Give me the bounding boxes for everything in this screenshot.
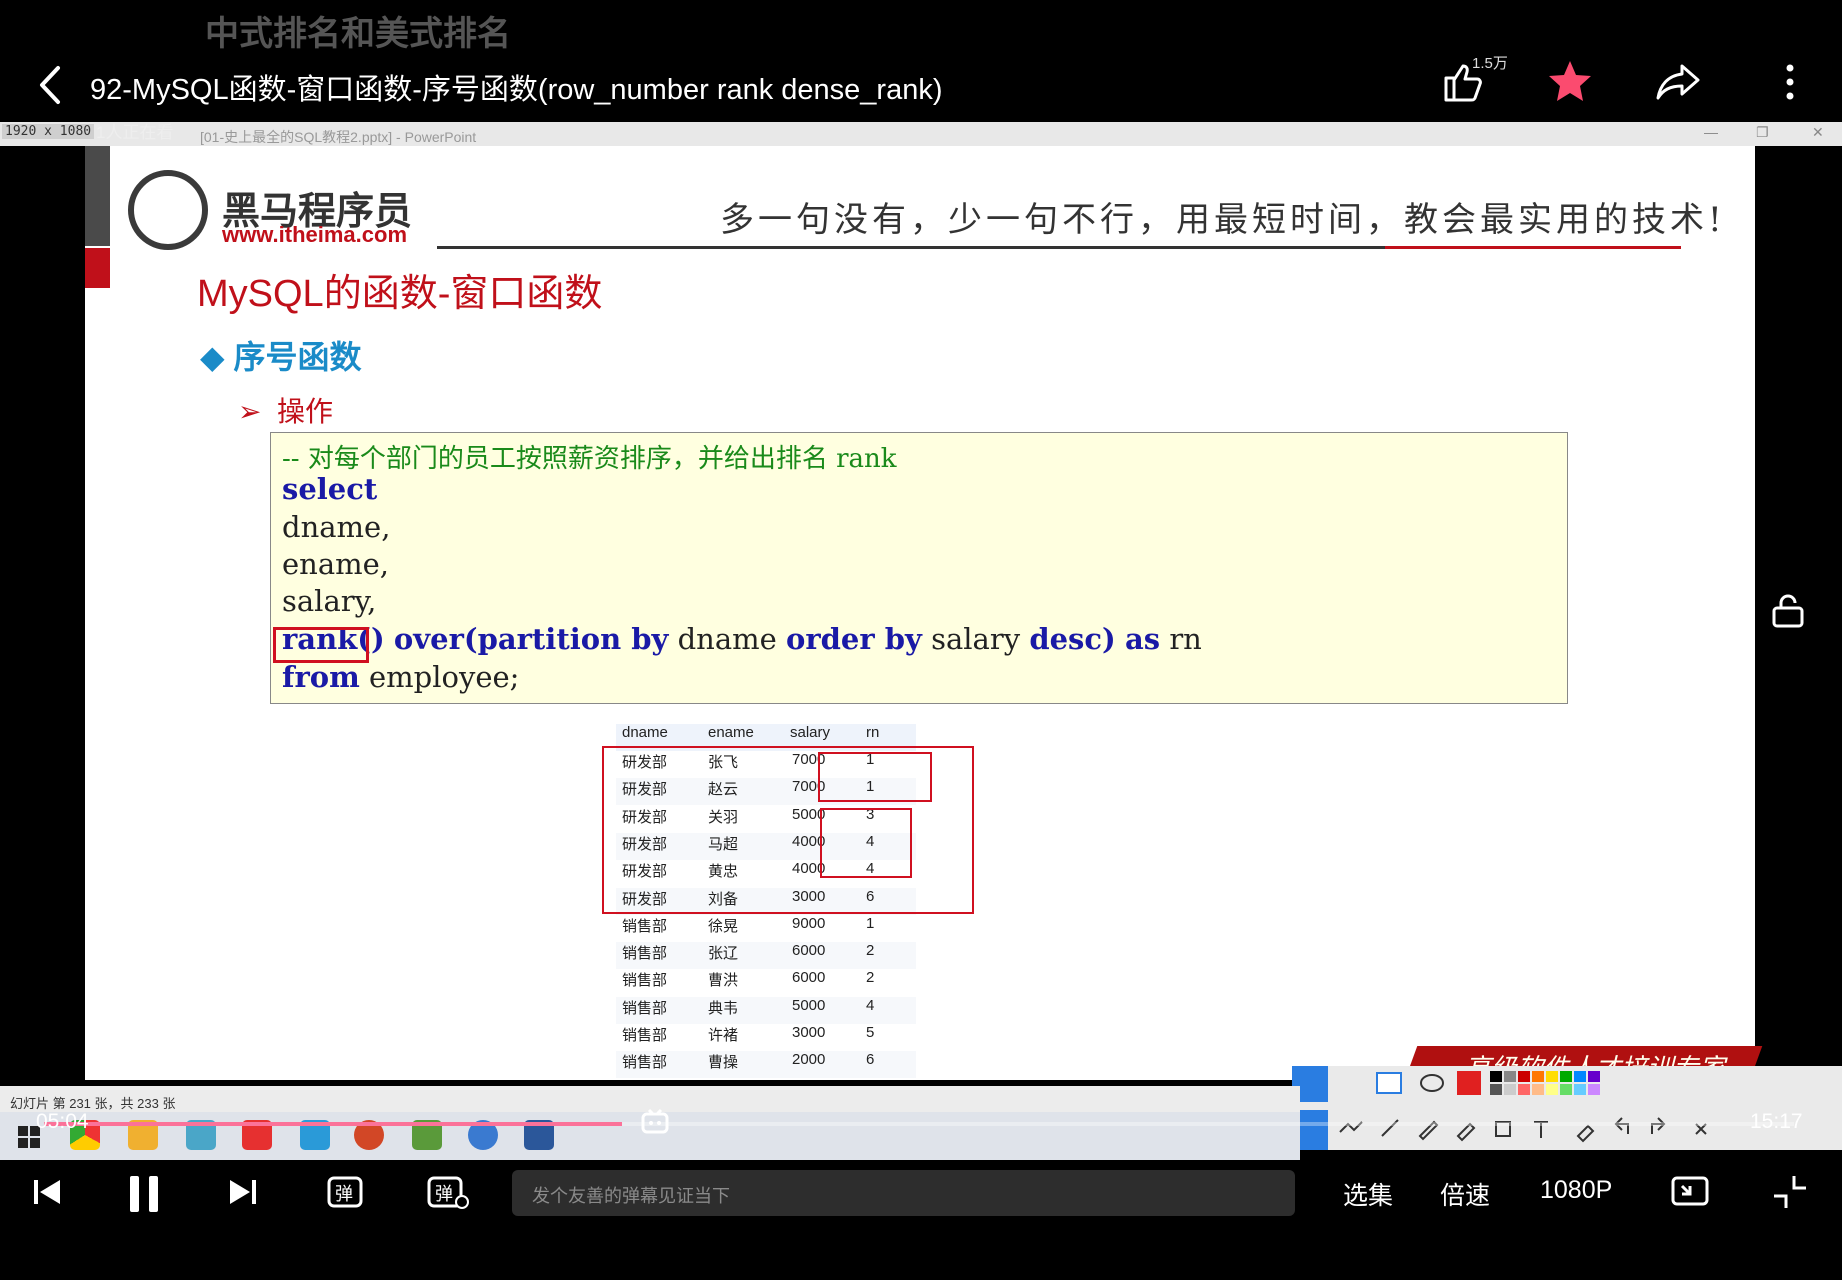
logo-horse-icon	[128, 170, 208, 250]
code-token: employee;	[369, 660, 520, 694]
code-token: desc)	[1029, 622, 1116, 656]
diamond-bullet-icon: ◆	[200, 339, 234, 375]
column-header: dname	[622, 724, 668, 741]
viewer-count: 1人正在看	[96, 123, 174, 142]
table-row: 销售部 徐晃 9000 1	[616, 915, 916, 942]
code-token: rn	[1169, 622, 1202, 656]
table-cell: 张辽	[708, 945, 739, 963]
table-cell: 6	[866, 1051, 875, 1069]
code-line: salary,	[282, 584, 377, 618]
table-cell: 2	[866, 942, 875, 960]
slide-slogan: 多一句没有，少一句不行，用最短时间，教会最实用的技术!	[720, 200, 1726, 240]
slide-heading-text: 序号函数	[233, 339, 362, 375]
table-cell: 许褚	[708, 1027, 739, 1044]
table-cell: 销售部	[622, 972, 668, 990]
video-title: 92-MySQL函数-窗口函数-序号函数(row_number rank den…	[90, 74, 943, 106]
table-row: 销售部 许褚 3000 5	[616, 1024, 916, 1051]
danmaku-toggle-icon[interactable]: 弹	[326, 1172, 366, 1212]
highlight-box	[273, 627, 369, 663]
time-elapsed: 05:04	[36, 1110, 89, 1133]
slide-counter: 幻灯片 第 231 张，共 233 张	[10, 1096, 176, 1111]
column-header: salary	[790, 724, 831, 741]
table-cell: 销售部	[622, 1027, 668, 1044]
table-row: 销售部 典韦 5000 4	[616, 996, 916, 1024]
time-total: 15:17	[1750, 1110, 1803, 1133]
resolution-label: 1920 x 1080	[2, 124, 95, 139]
progress-fill	[44, 1122, 622, 1126]
code-line: ename,	[282, 547, 390, 581]
cast-icon[interactable]	[1670, 1172, 1710, 1212]
slide-subheading: ➢ 操作	[238, 390, 333, 430]
slide-heading: ◆ 序号函数	[200, 332, 362, 378]
divider	[1385, 246, 1681, 249]
danmaku-overlay-text: 中式排名和美式排名	[205, 15, 511, 53]
code-line: from employee;	[282, 660, 519, 694]
code-token: over(partition by	[393, 622, 669, 656]
more-icon[interactable]	[1766, 58, 1814, 106]
previous-icon[interactable]	[30, 1172, 64, 1212]
table-cell: 2	[866, 969, 875, 987]
table-cell: 典韦	[708, 999, 739, 1017]
next-icon[interactable]	[226, 1172, 260, 1212]
episodes-button[interactable]: 选集	[1343, 1176, 1393, 1212]
progress-thumb-icon[interactable]	[640, 1108, 670, 1136]
code-line: select	[282, 472, 378, 506]
table-cell: 销售部	[622, 999, 668, 1017]
code-token: from	[282, 660, 360, 694]
table-cell: 3000	[792, 1024, 826, 1041]
quality-button[interactable]: 1080P	[1540, 1176, 1612, 1205]
table-cell: 1	[866, 914, 875, 932]
back-icon[interactable]	[30, 60, 70, 110]
minimize-icon[interactable]: —	[1704, 124, 1718, 140]
arrow-bullet-icon: ➢	[238, 396, 278, 427]
table-cell: 销售部	[622, 1054, 668, 1072]
table-cell: 2000	[792, 1051, 826, 1069]
svg-text:弹: 弹	[435, 1184, 453, 1205]
code-comment: -- 对每个部门的员工按照薪资排序，并给出排名 rank	[282, 444, 897, 474]
ppt-window-title: [01-史上最全的SQL教程2.pptx] - PowerPoint	[200, 129, 477, 145]
column-header: rn	[866, 724, 880, 741]
share-icon[interactable]	[1654, 58, 1702, 106]
code-line: dname,	[282, 510, 391, 544]
highlight-box	[820, 808, 912, 878]
speed-button[interactable]: 倍速	[1440, 1176, 1490, 1212]
code-token: dname	[677, 622, 777, 656]
slide-title: MySQL的函数-窗口函数	[197, 273, 603, 315]
table-cell: 徐晃	[708, 917, 739, 935]
drawing-toolbar	[1292, 1066, 1842, 1150]
pause-icon[interactable]	[126, 1172, 162, 1216]
table-cell: 销售部	[622, 917, 668, 935]
table-row: 销售部 张辽 6000 2	[616, 942, 916, 970]
danmaku-settings-icon[interactable]: 弹	[426, 1172, 470, 1212]
table-cell: 4	[866, 996, 875, 1014]
star-icon[interactable]	[1546, 58, 1594, 106]
table-cell: 5	[866, 1024, 875, 1041]
table-cell: 销售部	[622, 945, 668, 963]
restore-icon[interactable]: ❐	[1756, 124, 1769, 141]
table-row: 销售部 曹操 2000 6	[616, 1051, 916, 1079]
code-token: salary	[931, 622, 1021, 656]
table-cell: 9000	[792, 914, 826, 932]
table-cell: 6000	[792, 942, 826, 960]
table-cell: 曹洪	[708, 972, 739, 990]
slide-subheading-text: 操作	[277, 396, 334, 427]
table-row: 销售部 曹洪 6000 2	[616, 969, 916, 996]
code-line: rank() over(partition by dname order by …	[282, 622, 1202, 656]
exit-fullscreen-icon[interactable]	[1770, 1172, 1810, 1212]
code-token: order by	[786, 622, 922, 656]
close-icon[interactable]: ✕	[1812, 124, 1824, 141]
logo-url: www.itheima.com	[222, 222, 408, 247]
danmaku-input-placeholder: 发个友善的弹幕见证当下	[532, 1186, 730, 1206]
highlight-box	[818, 752, 932, 802]
code-token: as	[1124, 622, 1161, 656]
svg-text:弹: 弹	[335, 1184, 353, 1205]
table-cell: 6000	[792, 969, 826, 987]
slide-decoration	[85, 248, 110, 288]
table-cell: 5000	[792, 996, 826, 1014]
lock-icon[interactable]	[1768, 590, 1808, 630]
column-header: ename	[708, 724, 754, 741]
table-cell: 曹操	[708, 1054, 739, 1072]
slide-decoration	[85, 146, 110, 246]
like-count: 1.5万	[1472, 55, 1508, 72]
